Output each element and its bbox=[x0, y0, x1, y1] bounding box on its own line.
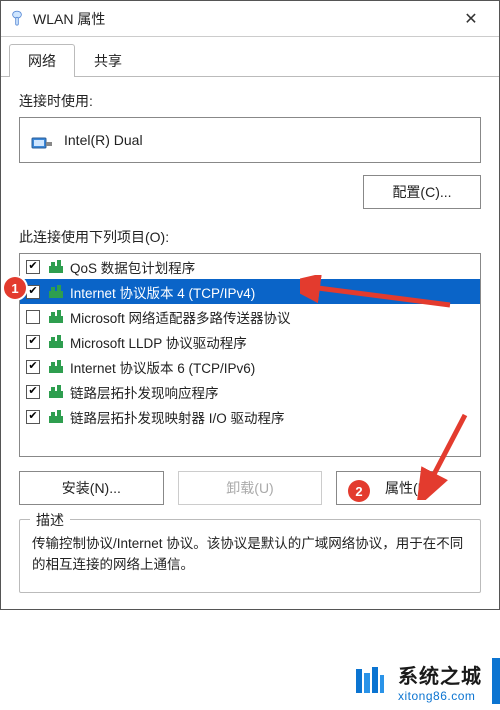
description-groupbox: 描述 传输控制协议/Internet 协议。该协议是默认的广域网络协议，用于在不… bbox=[19, 519, 481, 593]
list-item-label: Internet 协议版本 4 (TCP/IPv4) bbox=[70, 282, 255, 302]
list-item-label: Microsoft LLDP 协议驱动程序 bbox=[70, 332, 247, 352]
protocol-icon bbox=[48, 410, 64, 424]
checkbox[interactable] bbox=[26, 360, 40, 374]
protocol-icon bbox=[48, 260, 64, 274]
watermark-subtitle: xitong86.com bbox=[398, 689, 482, 703]
annotation-badge-1: 1 bbox=[4, 277, 26, 299]
close-button[interactable]: ✕ bbox=[451, 9, 491, 29]
checkbox[interactable] bbox=[26, 335, 40, 349]
titlebar: WLAN 属性 ✕ bbox=[1, 1, 499, 37]
annotation-badge-2: 2 bbox=[348, 480, 370, 502]
checkbox[interactable] bbox=[26, 310, 40, 324]
list-item-label: Microsoft 网络适配器多路传送器协议 bbox=[70, 307, 291, 327]
list-item-label: Internet 协议版本 6 (TCP/IPv6) bbox=[70, 357, 255, 377]
tab-sharing[interactable]: 共享 bbox=[75, 44, 141, 77]
list-item-label: 链路层拓扑发现映射器 I/O 驱动程序 bbox=[70, 407, 285, 427]
configure-button[interactable]: 配置(C)... bbox=[363, 175, 481, 209]
list-item-label: 链路层拓扑发现响应程序 bbox=[70, 382, 219, 402]
tab-content: 连接时使用: Intel(R) Dual 配置(C)... 此连接使用下列项目(… bbox=[1, 77, 499, 609]
watermark: 系统之城 xitong86.com bbox=[342, 658, 500, 704]
tab-network[interactable]: 网络 bbox=[9, 44, 75, 77]
protocol-icon bbox=[48, 285, 64, 299]
annotation-arrow-2 bbox=[410, 410, 480, 500]
checkbox[interactable] bbox=[26, 260, 40, 274]
window-icon bbox=[9, 9, 25, 29]
adapter-icon bbox=[30, 128, 54, 152]
list-item[interactable]: Microsoft LLDP 协议驱动程序 bbox=[20, 329, 480, 354]
protocol-icon bbox=[48, 385, 64, 399]
watermark-logo-icon bbox=[352, 663, 388, 699]
adapter-box: Intel(R) Dual bbox=[19, 117, 481, 163]
protocol-icon bbox=[48, 310, 64, 324]
uninstall-button[interactable]: 卸载(U) bbox=[178, 471, 323, 505]
checkbox[interactable] bbox=[26, 410, 40, 424]
items-label: 此连接使用下列项目(O): bbox=[19, 227, 481, 247]
description-legend: 描述 bbox=[30, 510, 70, 530]
install-button[interactable]: 安装(N)... bbox=[19, 471, 164, 505]
protocol-icon bbox=[48, 360, 64, 374]
protocol-icon bbox=[48, 335, 64, 349]
list-item-label: QoS 数据包计划程序 bbox=[70, 257, 195, 277]
connect-using-label: 连接时使用: bbox=[19, 91, 481, 111]
description-text: 传输控制协议/Internet 协议。该协议是默认的广域网络协议，用于在不同的相… bbox=[32, 534, 468, 576]
checkbox[interactable] bbox=[26, 285, 40, 299]
watermark-title: 系统之城 bbox=[398, 660, 482, 689]
annotation-arrow-1 bbox=[300, 275, 460, 315]
tabstrip: 网络 共享 bbox=[1, 37, 499, 77]
checkbox[interactable] bbox=[26, 385, 40, 399]
adapter-name: Intel(R) Dual bbox=[64, 132, 143, 148]
list-item[interactable]: 链路层拓扑发现响应程序 bbox=[20, 379, 480, 404]
list-item[interactable]: Internet 协议版本 6 (TCP/IPv6) bbox=[20, 354, 480, 379]
watermark-stripe bbox=[492, 658, 500, 704]
window-title: WLAN 属性 bbox=[33, 9, 451, 29]
